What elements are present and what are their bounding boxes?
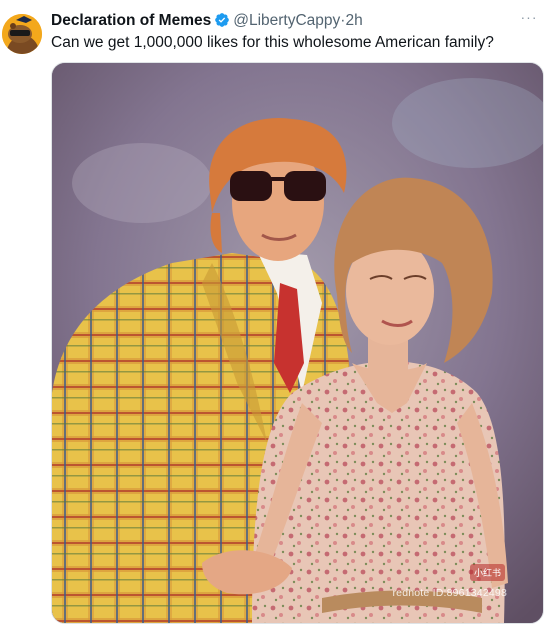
watermark-badge: 小红书 <box>469 564 505 581</box>
tweet-text: Can we get 1,000,000 likes for this whol… <box>51 34 494 51</box>
display-name[interactable]: Declaration of Memes <box>51 12 211 29</box>
tweet[interactable]: Declaration of Memes @LibertyCappy·2h ···… <box>0 0 546 627</box>
watermark-id: rednote ID:8961342498 <box>392 587 507 599</box>
capybara-avatar-icon <box>2 14 42 54</box>
verified-badge-icon <box>214 12 230 28</box>
timestamp[interactable]: 2h <box>345 12 362 29</box>
profile-avatar[interactable] <box>2 14 42 54</box>
tweet-header: Declaration of Memes @LibertyCappy·2h <box>51 10 546 32</box>
more-options-icon[interactable]: ··· <box>518 9 540 25</box>
portrait-photo <box>52 63 543 623</box>
tweet-media-photo[interactable]: 小红书 rednote ID:8961342498 <box>51 62 544 624</box>
user-handle[interactable]: @LibertyCappy <box>233 12 340 29</box>
